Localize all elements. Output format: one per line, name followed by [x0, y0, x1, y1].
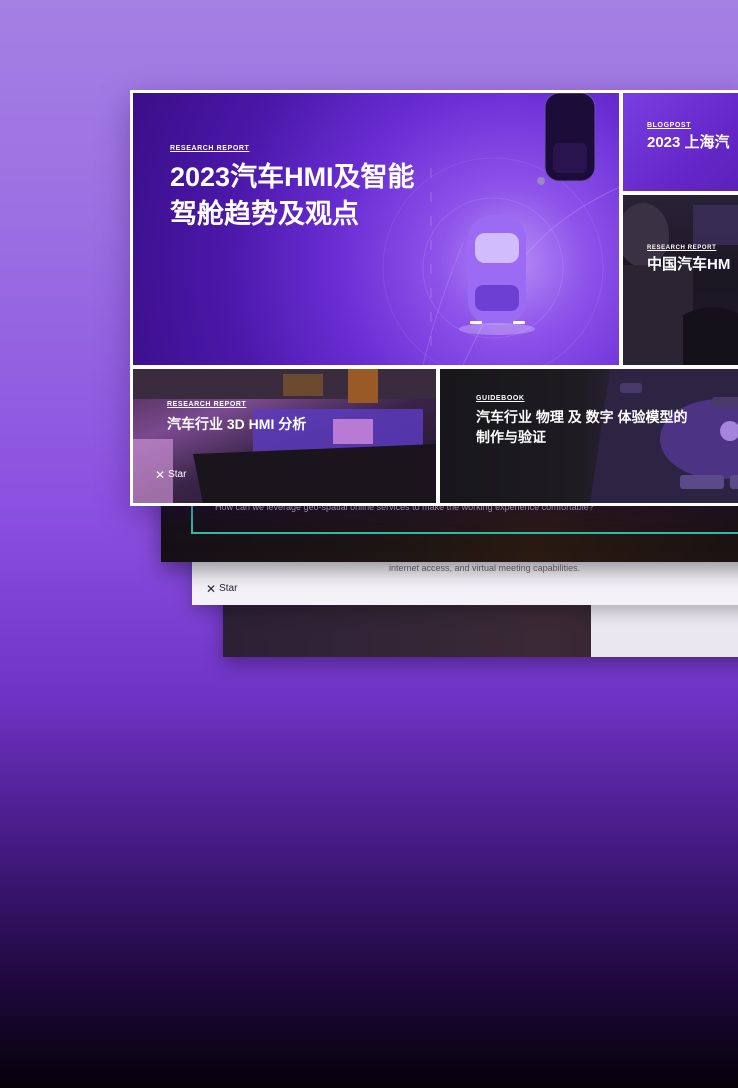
body-text: internet access, and virtual meeting cap… [389, 563, 581, 573]
guidebook-title: 汽车行业 物理 及 数字 体验模型的制作与验证 [476, 409, 688, 445]
china-eyebrow: RESEARCH REPORT [647, 245, 717, 251]
3d-hmi-tile[interactable]: RESEARCH REPORT 汽车行业 3D HMI 分析 ✕ Star [133, 369, 436, 503]
blogpost-tile[interactable]: BLOGPOST 2023 上海汽 [623, 93, 738, 191]
brand-logo: ✕ Star [155, 467, 187, 482]
car-icon [468, 215, 526, 325]
brand-logo: ✕ Star [206, 581, 238, 596]
report-collage-card: RESEARCH REPORT 2023汽车HMI及智能驾舱趋势及观点 BLOG… [130, 90, 738, 506]
china-report-tile[interactable]: RESEARCH REPORT 中国汽车HM [623, 195, 738, 365]
star-logo-icon: ✕ [155, 467, 166, 482]
guidebook-tile[interactable]: GUIDEBOOK 汽车行业 物理 及 数字 体验模型的制作与验证 [440, 369, 738, 503]
hero-title: 2023汽车HMI及智能驾舱趋势及观点 [170, 162, 415, 229]
brand-logo-text: Star [168, 469, 187, 480]
guidebook-eyebrow: GUIDEBOOK [476, 395, 525, 402]
blog-eyebrow: BLOGPOST [647, 122, 692, 129]
driver-photo [623, 203, 738, 365]
brand-logo-text: Star [219, 583, 238, 594]
hero-eyebrow: RESEARCH REPORT [170, 145, 250, 152]
blog-title: 2023 上海汽 [647, 134, 730, 151]
china-title: 中国汽车HM [647, 256, 731, 273]
hero-report-tile[interactable]: RESEARCH REPORT 2023汽车HMI及智能驾舱趋势及观点 [133, 93, 619, 365]
3d-title: 汽车行业 3D HMI 分析 [167, 416, 307, 432]
dashboard-photo [133, 369, 436, 503]
star-logo-icon: ✕ [206, 581, 217, 596]
3d-eyebrow: RESEARCH REPORT [167, 401, 247, 408]
